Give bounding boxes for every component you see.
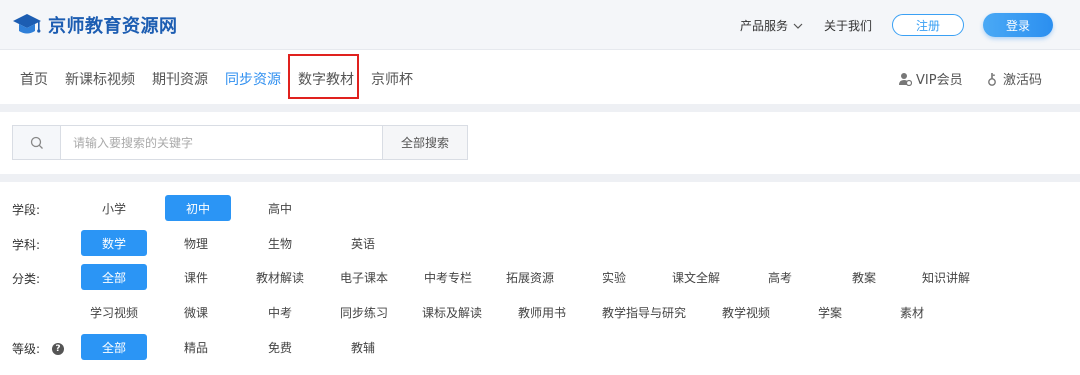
filter-option[interactable]: 拓展资源 [498, 264, 562, 290]
filter-option[interactable]: 中考 [256, 299, 304, 325]
filter-label-stage: 学段: [12, 203, 41, 217]
search-icon-box[interactable] [12, 125, 61, 160]
search-icon [30, 136, 43, 149]
filter-option[interactable]: 教师用书 [510, 299, 574, 325]
filter-option[interactable]: 课文全解 [664, 264, 728, 290]
filter-option[interactable]: 教学视频 [714, 299, 778, 325]
nav-item-journal-resources[interactable]: 期刊资源 [152, 69, 208, 89]
filter-option[interactable]: 素材 [888, 299, 936, 325]
nav-item-home[interactable]: 首页 [20, 69, 48, 89]
filter-option-selected[interactable]: 全部 [81, 334, 147, 360]
activation-code-label: 激活码 [1003, 73, 1043, 88]
filter-option[interactable]: 物理 [172, 230, 220, 256]
filter-option[interactable]: 教辅 [339, 334, 387, 360]
vip-user-icon [899, 72, 912, 86]
logo[interactable]: 京师教育资源网 [12, 10, 178, 40]
filter-option-selected[interactable]: 初中 [165, 195, 231, 221]
nav-item-sync-resources[interactable]: 同步资源 [225, 69, 281, 89]
filter-option[interactable]: 课标及解读 [414, 299, 490, 325]
logo-text: 京师教育资源网 [48, 16, 178, 37]
filter-label-level-text: 等级: [12, 342, 41, 356]
search-all-button[interactable]: 全部搜索 [382, 125, 468, 160]
key-icon [988, 72, 996, 86]
filter-option[interactable]: 知识讲解 [914, 264, 978, 290]
login-button[interactable]: 登录 [983, 13, 1053, 37]
filter-panel: 学段: 小学 初中 高中 学科: 数学 物理 生物 英语 分类: 全部 课件 教… [0, 182, 1080, 375]
search-input[interactable] [60, 125, 383, 160]
filter-option[interactable]: 实验 [590, 264, 638, 290]
top-header: 京师教育资源网 产品服务 关于我们 注册 登录 [0, 0, 1080, 50]
filter-option[interactable]: 学习视频 [82, 299, 146, 325]
register-button[interactable]: 注册 [892, 14, 964, 36]
filter-option[interactable]: 学案 [806, 299, 854, 325]
filter-option-selected[interactable]: 全部 [81, 264, 147, 290]
product-services-menu[interactable]: 产品服务 [740, 17, 803, 34]
activation-code-link[interactable]: 激活码 [986, 69, 1042, 88]
filter-option[interactable]: 小学 [90, 195, 138, 221]
section-divider [0, 174, 1080, 182]
filter-option[interactable]: 教学指导与研究 [594, 299, 694, 325]
main-nav: 首页 新课标视频 期刊资源 同步资源 数字教材 京师杯 VIP会员 激活码 [0, 51, 1080, 104]
about-us-link[interactable]: 关于我们 [824, 17, 872, 34]
filter-option[interactable]: 英语 [339, 230, 387, 256]
search-bar: 全部搜索 [0, 112, 1080, 174]
filter-option[interactable]: 同步练习 [332, 299, 396, 325]
nav-item-new-curriculum-video[interactable]: 新课标视频 [65, 69, 135, 89]
filter-option[interactable]: 中考专栏 [416, 264, 480, 290]
vip-member-link[interactable]: VIP会员 [898, 69, 963, 88]
filter-option[interactable]: 教案 [840, 264, 888, 290]
nav-item-jingshi-cup[interactable]: 京师杯 [371, 69, 413, 89]
filter-option[interactable]: 生物 [256, 230, 304, 256]
filter-option[interactable]: 高中 [256, 195, 304, 221]
chevron-down-icon [793, 23, 803, 29]
filter-option[interactable]: 课件 [172, 264, 220, 290]
filter-option[interactable]: 免费 [256, 334, 304, 360]
filter-option[interactable]: 电子课本 [332, 264, 396, 290]
question-icon[interactable]: ? [52, 342, 65, 355]
filter-option[interactable]: 精品 [172, 334, 220, 360]
section-divider [0, 104, 1080, 112]
graduation-cap-icon [13, 14, 41, 34]
about-us-label: 关于我们 [824, 19, 873, 33]
product-services-label: 产品服务 [740, 19, 789, 33]
filter-option[interactable]: 微课 [172, 299, 220, 325]
filter-label-subject: 学科: [12, 238, 41, 252]
filter-option[interactable]: 高考 [756, 264, 804, 290]
digital-textbook-highlight-box [288, 54, 359, 99]
filter-label-level: 等级: ? [12, 340, 65, 357]
filter-option[interactable]: 教材解读 [248, 264, 312, 290]
filter-label-category: 分类: [12, 272, 41, 286]
vip-member-label: VIP会员 [916, 73, 963, 88]
filter-option-selected[interactable]: 数学 [81, 230, 147, 256]
